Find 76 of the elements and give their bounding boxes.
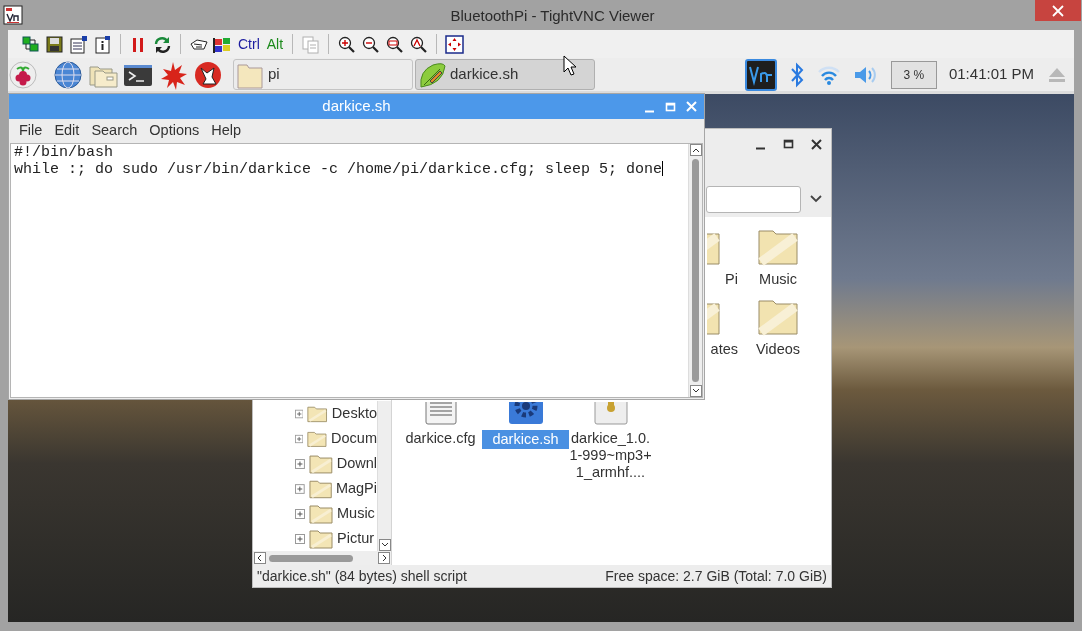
- close-button[interactable]: [809, 137, 823, 151]
- window-title: darkice.sh: [322, 96, 391, 117]
- text-cursor: [662, 161, 664, 176]
- zoom-in-icon[interactable]: [337, 34, 357, 54]
- editor-icon: [418, 60, 446, 89]
- dropdown-caret-icon[interactable]: [809, 194, 823, 204]
- free-space-text: Free space: 2.7 GiB (Total: 7.0 GiB): [605, 566, 827, 586]
- code-line: #!/bin/bash: [14, 145, 115, 161]
- key-button[interactable]: Ctrl: [237, 33, 261, 55]
- tree-item[interactable]: Docum: [253, 426, 377, 451]
- options-icon[interactable]: [69, 34, 88, 54]
- tree-item[interactable]: MagPi: [253, 476, 377, 501]
- tree-item[interactable]: Downl: [253, 451, 377, 476]
- close-icon: [810, 138, 822, 150]
- folder-icon: [309, 503, 333, 524]
- menu-item[interactable]: Help: [205, 120, 248, 142]
- clock: 01:41:01 PM: [948, 64, 1034, 85]
- menu-item[interactable]: Search: [85, 120, 144, 142]
- scroll-right-icon[interactable]: [378, 552, 390, 564]
- globe-icon[interactable]: [53, 59, 83, 90]
- zoom-fit-icon[interactable]: [409, 34, 429, 54]
- path-field[interactable]: [706, 185, 801, 213]
- expand-icon[interactable]: [295, 483, 305, 494]
- raspberry-icon[interactable]: [8, 59, 38, 90]
- fullscreen-icon[interactable]: [445, 34, 465, 54]
- scrollbar[interactable]: [377, 401, 391, 551]
- document-tile[interactable]: darkice_1.0.1-999~mp3+1_armhf....: [568, 402, 653, 481]
- tray-logo-icon[interactable]: [744, 58, 777, 91]
- maximize-icon: [664, 101, 676, 112]
- minimize-icon: [643, 109, 655, 113]
- maximize-icon: [782, 139, 794, 149]
- expand-icon[interactable]: [295, 533, 305, 544]
- folder-icon: [758, 227, 798, 267]
- folder-icon: [309, 528, 333, 549]
- scroll-down-icon[interactable]: [378, 539, 391, 551]
- key-button[interactable]: Alt: [265, 33, 285, 55]
- tree-item[interactable]: Pictur: [253, 526, 377, 551]
- window-title: BluetoothPi - TightVNC Viewer: [450, 5, 655, 26]
- folder-icon: [308, 453, 333, 474]
- cpu-meter: 3 %: [890, 60, 937, 89]
- scroll-left-icon[interactable]: [254, 552, 266, 564]
- zoom-reset-icon[interactable]: [385, 34, 405, 54]
- folder-tile[interactable]: Videos: [738, 297, 818, 367]
- refresh-icon[interactable]: [153, 34, 172, 54]
- expand-icon[interactable]: [295, 408, 304, 419]
- close-icon: [1052, 4, 1064, 17]
- scroll-down-icon[interactable]: [689, 385, 702, 397]
- expand-icon[interactable]: [295, 433, 304, 444]
- close-button[interactable]: [1035, 0, 1081, 21]
- maximize-button[interactable]: [781, 137, 795, 151]
- folder-icon: [308, 478, 332, 499]
- task-button[interactable]: darkice.sh: [415, 59, 595, 90]
- folder-icon: [758, 297, 798, 337]
- expand-icon[interactable]: [295, 508, 305, 519]
- menu-item[interactable]: Edit: [48, 120, 86, 142]
- tree-item[interactable]: Music: [253, 501, 377, 526]
- save-icon[interactable]: [45, 34, 64, 54]
- task-button[interactable]: pi: [233, 59, 413, 90]
- connection-icon[interactable]: [21, 34, 40, 54]
- bluetooth-icon[interactable]: [788, 61, 805, 88]
- folder-tile[interactable]: Music: [738, 227, 818, 297]
- status-text: "darkice.sh" (84 bytes) shell script: [257, 566, 467, 586]
- menu-item[interactable]: File: [13, 120, 49, 142]
- mouse-pointer-icon: [563, 55, 577, 76]
- zoom-out-icon[interactable]: [361, 34, 381, 54]
- close-icon: [685, 101, 697, 112]
- tree-item[interactable]: Deskto: [253, 401, 377, 426]
- scrollbar[interactable]: [253, 551, 391, 565]
- scrollbar[interactable]: [688, 144, 702, 397]
- menu-item[interactable]: Options: [143, 120, 206, 142]
- minimize-icon: [754, 147, 766, 150]
- expand-icon[interactable]: [295, 458, 305, 469]
- code-line: while :; do sudo /usr/bin/darkice -c /home/pi/darkice.cfg; sleep 5; done: [14, 161, 665, 178]
- scroll-up-icon[interactable]: [689, 144, 702, 156]
- info-icon[interactable]: [93, 34, 112, 54]
- app-icon: [3, 5, 23, 25]
